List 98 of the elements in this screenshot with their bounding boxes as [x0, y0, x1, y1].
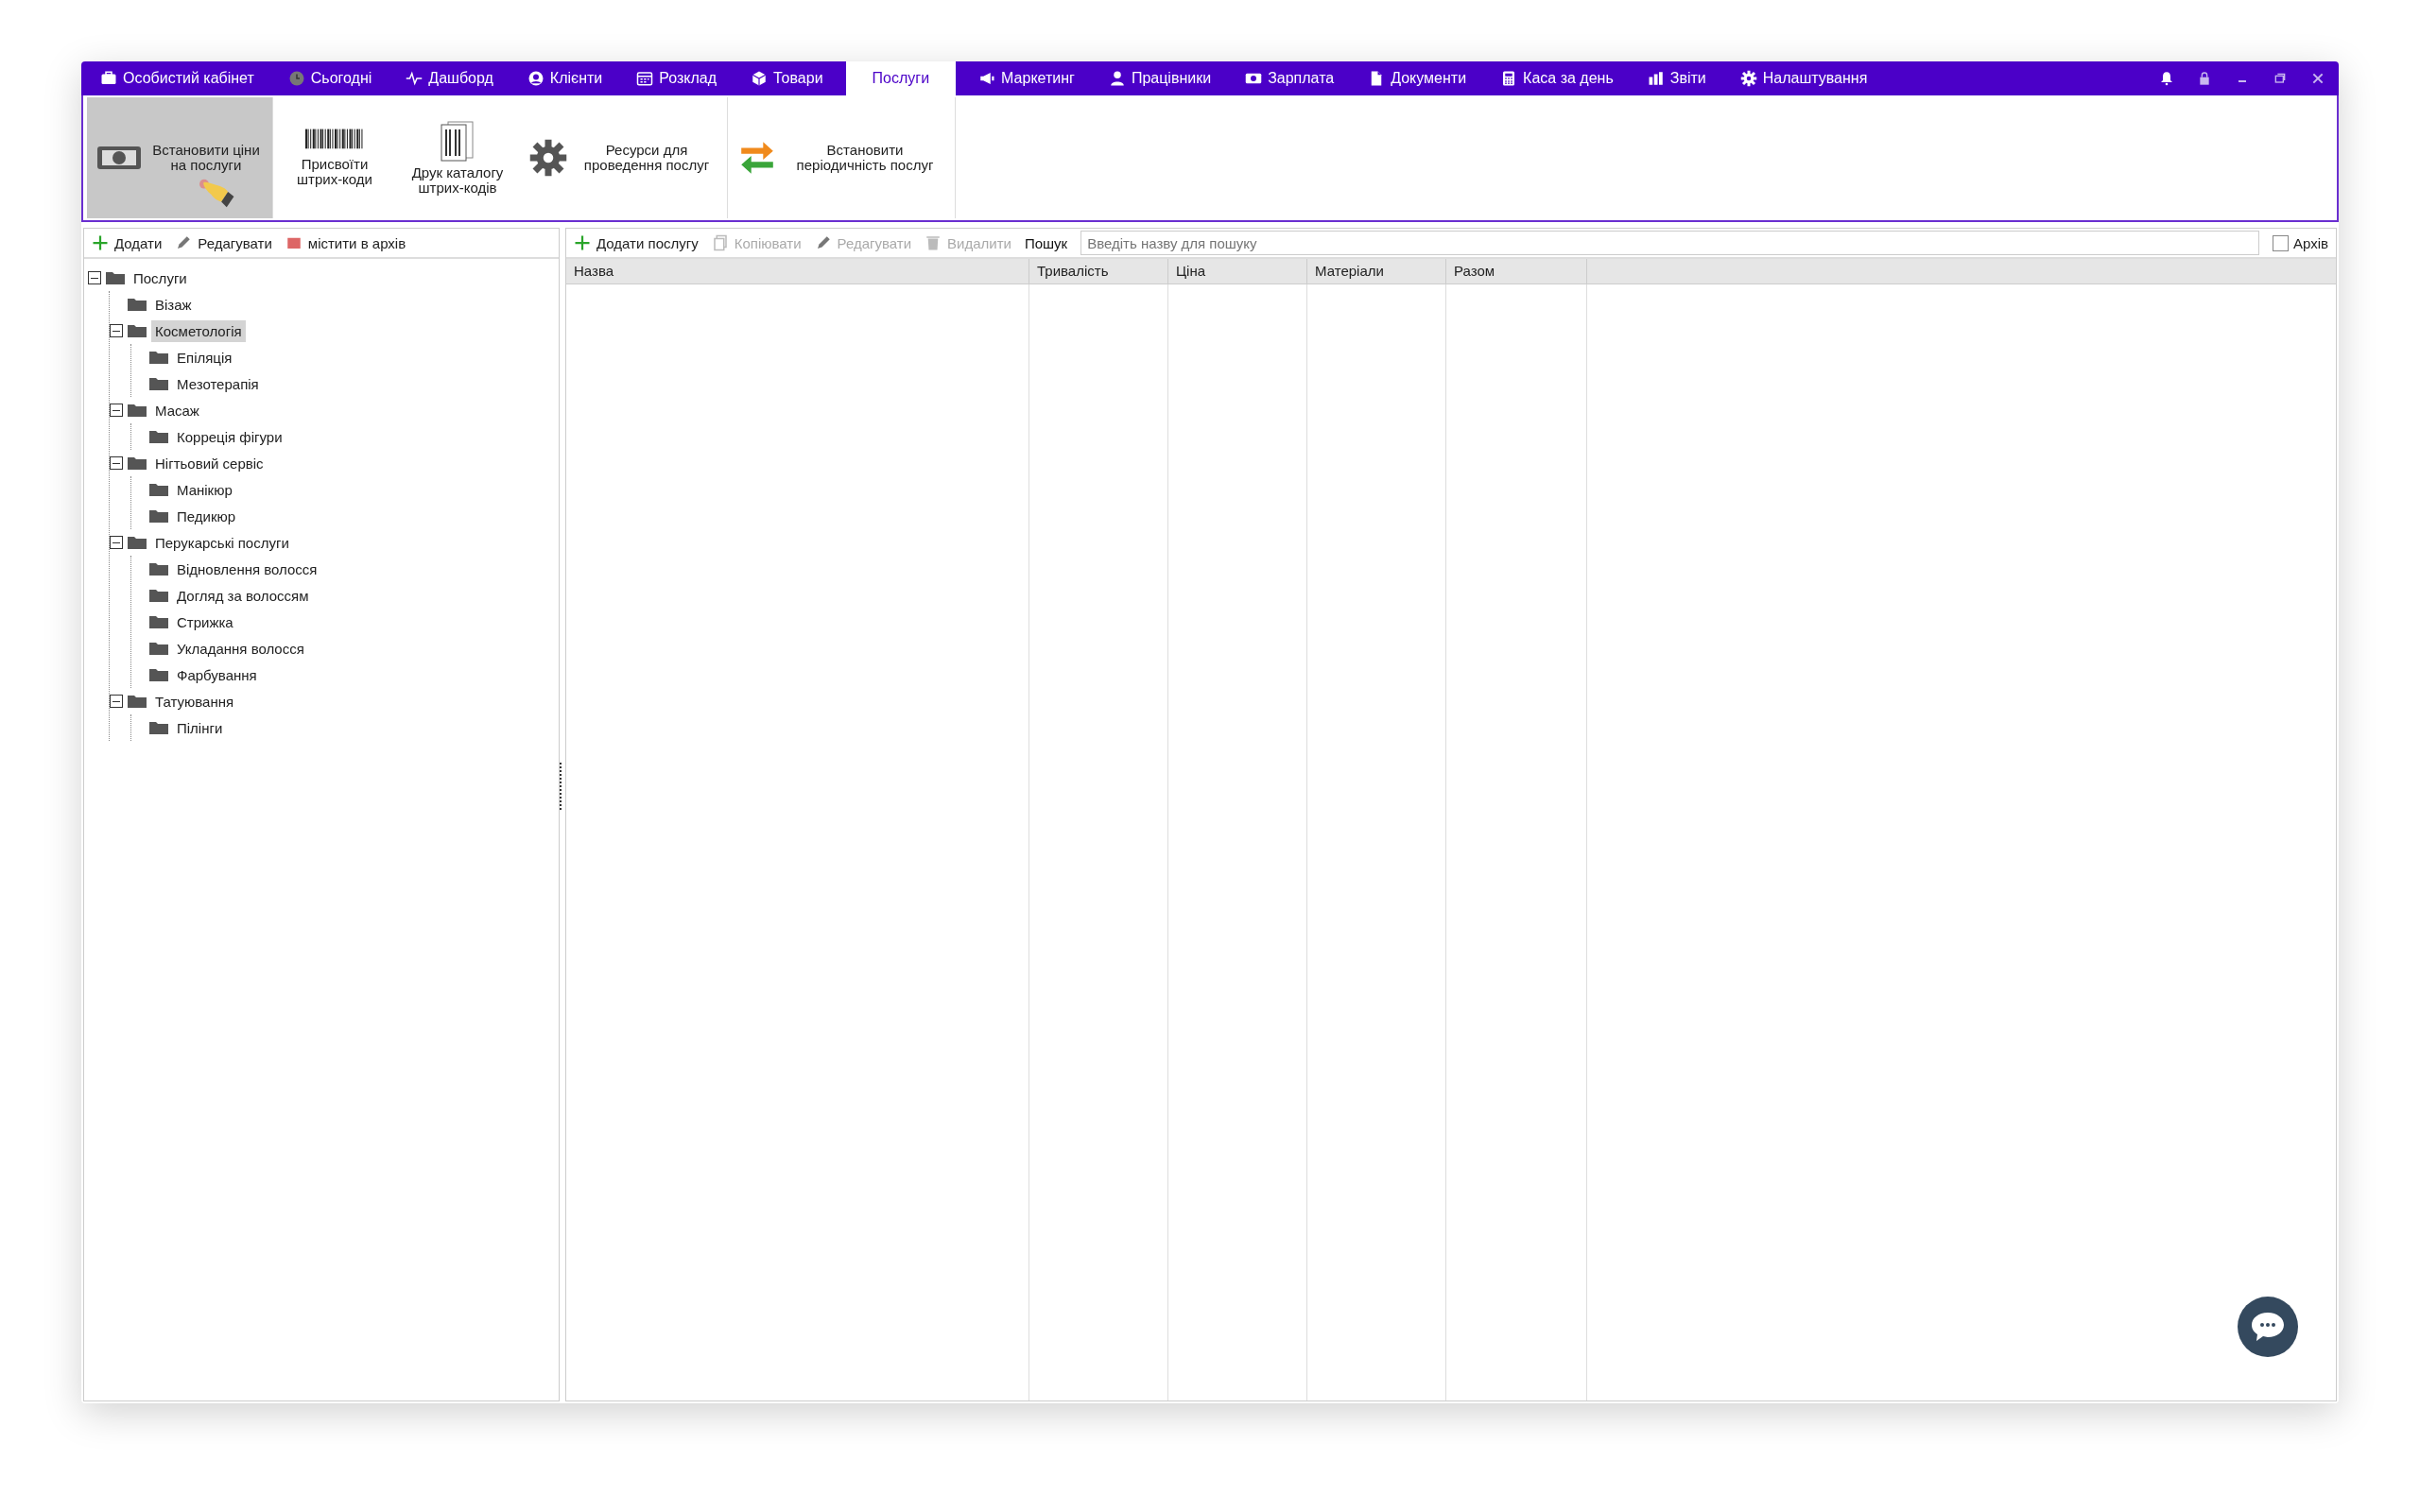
toolbar-button[interactable]: містити в архів: [285, 234, 406, 251]
menu-tab[interactable]: Сьогодні: [276, 61, 384, 95]
tree-item[interactable]: Татуювання: [151, 690, 238, 713]
pulse-icon: [406, 70, 424, 87]
bar-chart-icon: [1647, 70, 1665, 87]
column-header[interactable]: Ціна: [1168, 259, 1307, 284]
tree-item[interactable]: Перукарські послуги: [151, 531, 293, 554]
lock-icon[interactable]: [2197, 71, 2212, 86]
folder-icon: [148, 561, 169, 576]
folder-icon: [127, 535, 147, 550]
menu-tab[interactable]: Зарплата: [1234, 61, 1346, 95]
banknote-icon: [96, 144, 142, 172]
folder-icon: [127, 323, 147, 338]
folder-icon: [148, 429, 169, 444]
menu-tab[interactable]: Клієнти: [515, 61, 614, 95]
megaphone-icon: [978, 70, 996, 87]
close-icon[interactable]: [2310, 71, 2325, 86]
tree-item[interactable]: Стрижка: [173, 610, 237, 633]
toolbar-button[interactable]: Додати послугу: [574, 234, 699, 251]
expander-icon[interactable]: [110, 456, 123, 470]
tree-item[interactable]: Корреція фігури: [173, 425, 286, 448]
menu-tab[interactable]: Документи: [1357, 61, 1478, 95]
search-label: Пошук: [1024, 234, 1068, 251]
expander-icon[interactable]: [110, 404, 123, 417]
expander-icon[interactable]: [110, 324, 123, 337]
folder-icon: [148, 482, 169, 497]
folder-icon: [127, 297, 147, 312]
tree-item[interactable]: Пілінги: [173, 716, 227, 739]
search-field[interactable]: Введіть назву для пошуку: [1080, 231, 2259, 255]
ribbon-button[interactable]: Встановити періодичність послуг: [728, 97, 956, 218]
folder-icon: [148, 508, 169, 524]
person-icon: [1108, 70, 1126, 87]
menu-tab[interactable]: Особистий кабінет: [89, 61, 266, 95]
column-header[interactable]: Тривалість: [1029, 259, 1168, 284]
tree-item[interactable]: Педикюр: [173, 505, 240, 527]
clock-icon: [287, 70, 305, 87]
toolbar-button[interactable]: Додати: [92, 234, 163, 251]
menu-tab[interactable]: Налаштування: [1728, 61, 1879, 95]
restore-icon[interactable]: [2273, 71, 2288, 86]
folder-icon: [148, 350, 169, 365]
box-icon: [751, 70, 769, 87]
ribbon-button[interactable]: Присвоїти штрих-коди: [273, 97, 396, 218]
barcode-sheets-icon: [439, 119, 476, 162]
briefcase-icon: [100, 70, 117, 87]
trash-icon: [925, 234, 942, 251]
folder-icon: [148, 614, 169, 629]
tree-item[interactable]: Догляд за волоссям: [173, 584, 313, 607]
menu-tab[interactable]: Маркетинг: [967, 61, 1086, 95]
expander-icon[interactable]: [110, 695, 123, 708]
tree-item[interactable]: Відновлення волосся: [173, 558, 321, 580]
tree-item[interactable]: Мезотерапія: [173, 372, 263, 395]
tree-item[interactable]: Укладання волосся: [173, 637, 308, 660]
archive-checkbox[interactable]: Архів: [2273, 234, 2328, 251]
gear-icon: [1739, 70, 1757, 87]
tree-item[interactable]: Масаж: [151, 399, 203, 421]
column-header[interactable]: Матеріали: [1307, 259, 1446, 284]
expander-icon[interactable]: [110, 536, 123, 549]
folder-icon: [148, 720, 169, 735]
tree-item[interactable]: Послуги: [130, 266, 191, 289]
menu-tab[interactable]: Звіти: [1635, 61, 1718, 95]
calendar-icon: [636, 70, 654, 87]
menu-tab[interactable]: Працівники: [1097, 61, 1223, 95]
folder-icon: [127, 455, 147, 471]
folder-icon: [148, 641, 169, 656]
plus-icon: [92, 234, 109, 251]
menu-tab[interactable]: Каса за день: [1489, 61, 1625, 95]
folder-icon: [127, 403, 147, 418]
tree-item[interactable]: Нігтьовий сервіс: [151, 452, 268, 474]
expander-icon[interactable]: [88, 271, 101, 284]
folder-icon: [148, 667, 169, 682]
menu-tab[interactable]: Дашборд: [394, 61, 505, 95]
ribbon-button[interactable]: Друк каталогу штрих-кодів: [396, 97, 519, 218]
tree-item[interactable]: Косметологія: [151, 319, 246, 342]
column-header[interactable]: Разом: [1446, 259, 1587, 284]
tree-item[interactable]: Фарбування: [173, 663, 261, 686]
ribbon-button[interactable]: Ресурси для проведення послуг: [519, 97, 728, 218]
bell-icon[interactable]: [2159, 71, 2174, 86]
folder-icon: [148, 588, 169, 603]
folder-icon: [127, 694, 147, 709]
tree-item[interactable]: Візаж: [151, 293, 196, 316]
menu-tab[interactable]: Товари: [739, 61, 835, 95]
splitter-handle[interactable]: [560, 763, 563, 810]
tree-item[interactable]: Манікюр: [173, 478, 236, 501]
tree-item[interactable]: Епіляція: [173, 346, 236, 369]
pencil-icon: [175, 234, 193, 251]
menu-tab[interactable]: Послуги: [845, 61, 957, 95]
chat-button[interactable]: [2237, 1296, 2299, 1358]
folder-icon: [148, 376, 169, 391]
plus-icon: [574, 234, 591, 251]
ribbon-button[interactable]: Встановити ціни на послуги: [87, 97, 273, 218]
gear-icon: [528, 138, 568, 178]
menu-tab[interactable]: Розклад: [625, 61, 729, 95]
toolbar-button[interactable]: Редагувати: [175, 234, 272, 251]
user-icon: [527, 70, 544, 87]
checkbox-icon[interactable]: [2273, 234, 2289, 251]
column-header[interactable]: Назва: [566, 259, 1029, 284]
folder-icon: [105, 270, 126, 285]
copy-icon: [711, 234, 729, 251]
